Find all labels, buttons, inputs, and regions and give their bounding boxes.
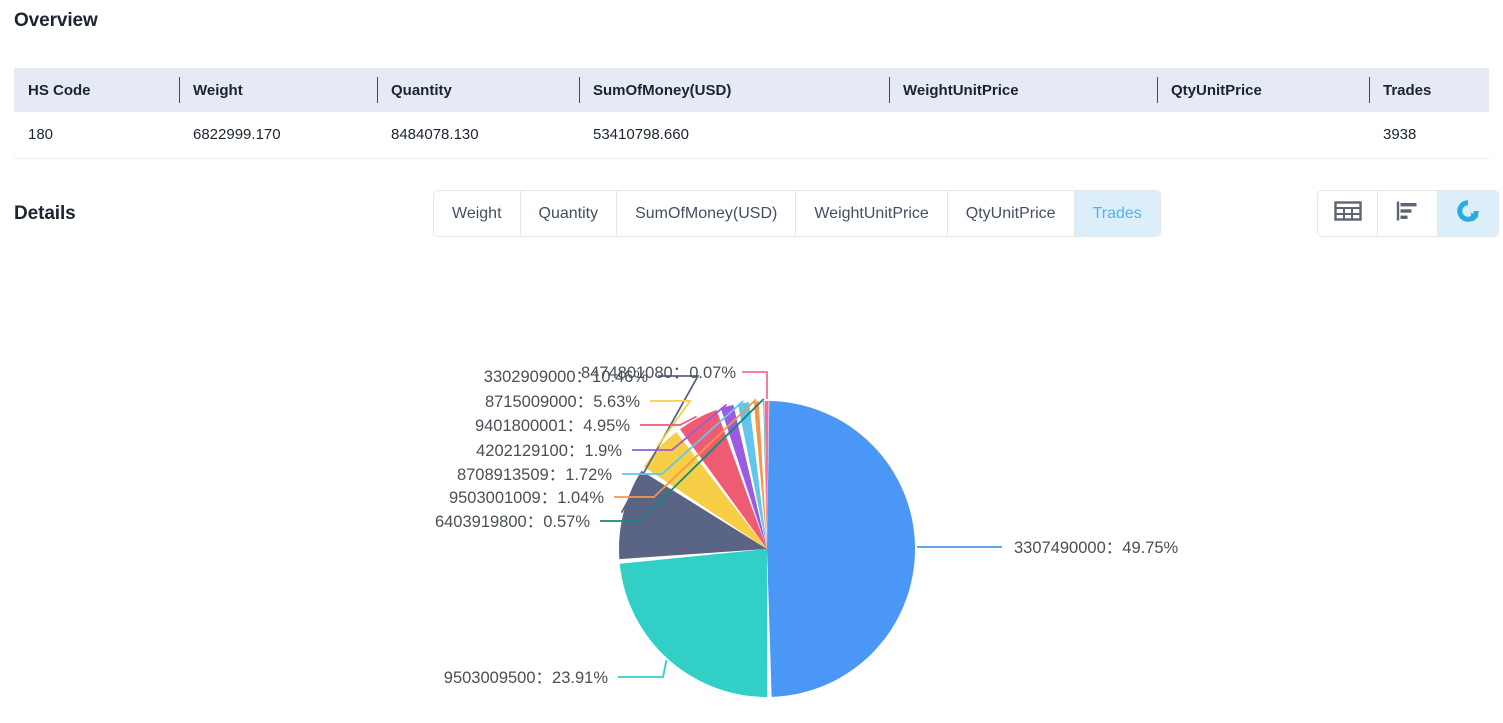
pie-slice-label: 9503001009：1.04% [449, 489, 604, 507]
pie-chart-svg[interactable]: 3307490000：49.75%9503009500：23.91%330290… [0, 250, 1503, 723]
tab-trades[interactable]: Trades [1074, 191, 1160, 236]
tab-quantity[interactable]: Quantity [520, 191, 618, 236]
column-header-weight[interactable]: Weight [179, 68, 377, 112]
tab-label: WeightUnitPrice [814, 204, 929, 222]
column-separator [179, 77, 180, 103]
pie-slice-label: 8708913509：1.72% [457, 466, 612, 484]
column-header-weight-unit-price[interactable]: WeightUnitPrice [889, 68, 1157, 112]
cell-quantity: 8484078.130 [377, 112, 579, 159]
tab-label: SumOfMoney(USD) [635, 204, 778, 222]
cell-qty-unit-price [1157, 112, 1369, 159]
pie-slice-label: 9503009500：23.91% [444, 669, 609, 687]
pie-slice-label: 8474801080：0.07% [581, 364, 736, 382]
details-title: Details [14, 203, 76, 224]
column-header-label: Trades [1383, 81, 1432, 99]
pie-chart-container[interactable]: 3307490000：49.75% 9503009500：23.91% 330290… [0, 250, 1503, 723]
overview-table-body: 180 6822999.170 8484078.130 53410798.660… [14, 112, 1489, 159]
column-header-label: SumOfMoney(USD) [593, 81, 732, 99]
column-header-label: Weight [193, 81, 243, 99]
table-row[interactable]: 180 6822999.170 8484078.130 53410798.660… [14, 112, 1489, 159]
pie-chart-view-icon [1455, 198, 1481, 229]
tab-weight-unit-price[interactable]: WeightUnitPrice [796, 191, 948, 236]
column-header-hs-code[interactable]: HS Code [14, 68, 179, 112]
table-view-button[interactable] [1318, 191, 1378, 236]
tab-sum-of-money[interactable]: SumOfMoney(USD) [617, 191, 797, 236]
pie-slice-label: 6403919800：0.57% [435, 513, 590, 531]
column-header-label: WeightUnitPrice [903, 81, 1019, 99]
overview-table: HS Code Weight Quantity SumOfMoney(USD) … [14, 68, 1489, 159]
table-view-icon [1333, 200, 1362, 227]
cell-hs-code: 180 [14, 112, 179, 159]
overview-table-head: HS Code Weight Quantity SumOfMoney(USD) … [14, 68, 1489, 112]
overview-header-row: HS Code Weight Quantity SumOfMoney(USD) … [14, 68, 1489, 112]
pie-slice-label: 4202129100：1.9% [476, 442, 622, 460]
pie-slice-group[interactable] [619, 401, 916, 697]
column-separator [1157, 77, 1158, 103]
tab-label: QtyUnitPrice [965, 204, 1056, 222]
column-separator [889, 77, 890, 103]
pie-slice[interactable] [767, 401, 916, 697]
bar-chart-view-button[interactable] [1378, 191, 1438, 236]
column-separator [377, 77, 378, 103]
tab-label: Weight [452, 204, 502, 222]
tab-label: Trades [1092, 204, 1142, 222]
pie-slice[interactable] [619, 549, 767, 697]
column-header-label: HS Code [28, 81, 91, 99]
pie-leader-line [742, 371, 768, 399]
overview-title: Overview [14, 10, 98, 31]
pie-chart-view-button[interactable] [1438, 191, 1498, 236]
column-separator [1369, 77, 1370, 103]
bar-chart-view-icon [1396, 200, 1420, 227]
column-header-qty-unit-price[interactable]: QtyUnitPrice [1157, 68, 1369, 112]
column-header-label: Quantity [391, 81, 452, 99]
pie-leader-line [618, 660, 668, 678]
column-separator [579, 77, 580, 103]
pie-slice-label: 8715009000：5.63% [485, 393, 640, 411]
pie-slice-label: 3307490000：49.75% [1014, 539, 1179, 557]
page-root: Overview HS Code Weight Quantity SumOfMo… [0, 0, 1503, 723]
column-header-label: QtyUnitPrice [1171, 81, 1262, 99]
cell-trades: 3938 [1369, 112, 1489, 159]
cell-weight: 6822999.170 [179, 112, 377, 159]
column-header-quantity[interactable]: Quantity [377, 68, 579, 112]
metric-tab-group: Weight Quantity SumOfMoney(USD) WeightUn… [433, 190, 1161, 237]
tab-label: Quantity [538, 204, 599, 222]
tab-qty-unit-price[interactable]: QtyUnitPrice [947, 191, 1075, 236]
cell-weight-unit-price [889, 112, 1157, 159]
view-mode-toggle-group [1317, 190, 1499, 237]
column-header-sum-of-money[interactable]: SumOfMoney(USD) [579, 68, 889, 112]
tab-weight[interactable]: Weight [434, 191, 521, 236]
cell-sum-of-money: 53410798.660 [579, 112, 889, 159]
column-header-trades[interactable]: Trades [1369, 68, 1489, 112]
pie-leader-line [640, 415, 698, 426]
pie-slice-label: 9401800001：4.95% [475, 417, 630, 435]
